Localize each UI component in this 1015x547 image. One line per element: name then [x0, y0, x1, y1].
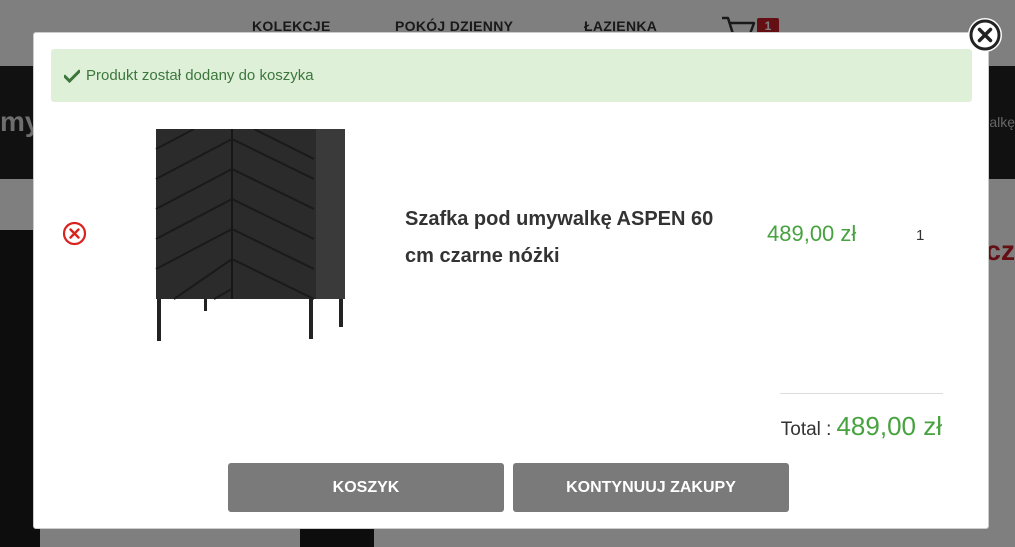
- total-label: Total :: [780, 419, 832, 440]
- add-to-cart-modal: Produkt został dodany do koszyka Szafka …: [33, 32, 989, 529]
- total-divider: [780, 393, 943, 394]
- total-value: 489,00 zł: [836, 411, 942, 441]
- continue-shopping-button[interactable]: KONTYNUUJ ZAKUPY: [513, 463, 789, 512]
- product-price: 489,00 zł: [767, 221, 857, 246]
- alert-message: Produkt został dodany do koszyka: [86, 67, 314, 84]
- product-name[interactable]: Szafka pod umywalkę ASPEN 60 cm czarne n…: [405, 201, 745, 275]
- cart-button[interactable]: KOSZYK: [228, 463, 504, 512]
- remove-circle-icon[interactable]: [62, 221, 87, 246]
- product-quantity: 1: [916, 227, 925, 244]
- product-image: [154, 128, 347, 341]
- close-circle-icon[interactable]: [968, 18, 1002, 52]
- cart-total: Total : 489,00 zł: [781, 411, 942, 442]
- check-icon: [64, 68, 80, 83]
- success-alert: Produkt został dodany do koszyka: [51, 49, 972, 102]
